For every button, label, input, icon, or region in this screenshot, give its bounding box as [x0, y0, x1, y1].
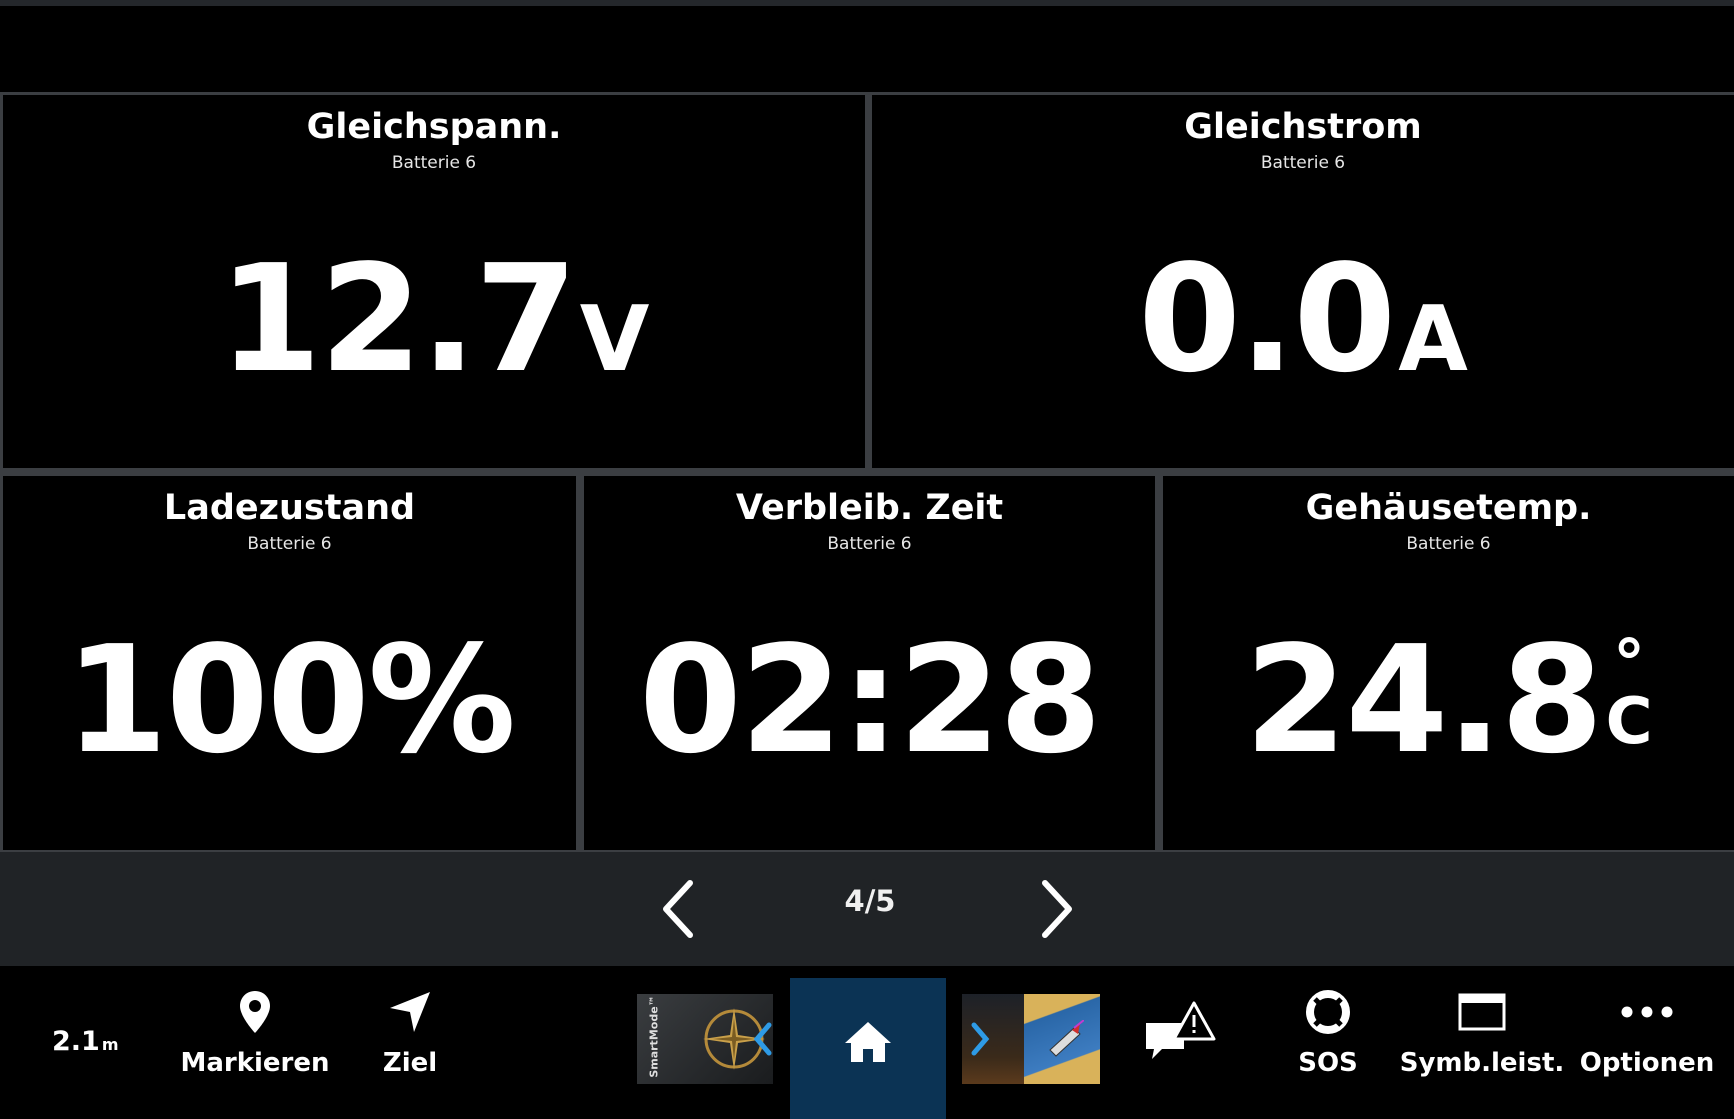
lifebuoy-icon — [1306, 990, 1350, 1034]
tile-case-temperature[interactable]: Gehäusetemp. Batterie 6 24.8 ° C — [1163, 476, 1734, 850]
page-navigator: 4/5 — [0, 852, 1734, 966]
smartmode-app-tile[interactable]: SmartMode™ — [637, 994, 773, 1084]
tile-subtitle: Batterie 6 — [247, 534, 332, 554]
map-pin-icon — [240, 991, 270, 1033]
sidebar-toggle-button[interactable]: Symb.leist. — [1400, 966, 1564, 1119]
mark-label: Markieren — [180, 1048, 330, 1078]
tile-remaining-time[interactable]: Verbleib. Zeit Batterie 6 02:28 — [584, 476, 1155, 850]
options-button[interactable]: Optionen — [1579, 966, 1715, 1119]
tile-title: Verbleib. Zeit — [735, 488, 1004, 528]
tile-dc-current[interactable]: Gleichstrom Batterie 6 0.0A — [872, 95, 1734, 468]
tile-subtitle: Batterie 6 — [391, 153, 477, 173]
tile-value: 02:28 — [638, 614, 1102, 786]
tile-unit: V — [579, 287, 650, 392]
more-dots-icon — [1621, 1006, 1673, 1018]
sidebar-toggle-label: Symb.leist. — [1399, 1048, 1565, 1078]
tile-title: Gehäusetemp. — [1305, 488, 1592, 528]
goto-label: Ziel — [382, 1048, 438, 1078]
navigate-arrow-icon — [390, 992, 430, 1032]
tile-dc-voltage[interactable]: Gleichspann. Batterie 6 12.7V — [3, 95, 865, 468]
tile-value: 0.0 — [1138, 233, 1396, 405]
tile-subtitle: Batterie 6 — [1260, 153, 1346, 173]
depth-value: 2.1 — [52, 1026, 100, 1057]
depth-readout: 2.1 m — [52, 1026, 119, 1057]
next-page-button[interactable] — [1022, 874, 1092, 944]
sidebar-panel-icon — [1458, 993, 1506, 1031]
dashboard-grid: Gleichspann. Batterie 6 12.7V Gleichstro… — [0, 92, 1734, 852]
tile-state-of-charge[interactable]: Ladezustand Batterie 6 100% — [3, 476, 576, 850]
alarm-messages-icon — [1146, 1001, 1216, 1059]
top-status-bar — [0, 0, 1734, 90]
tile-title: Gleichstrom — [1184, 107, 1422, 147]
chevron-left-icon — [663, 880, 693, 938]
tile-value: 12.7 — [218, 233, 578, 405]
tile-unit: ° C — [1606, 632, 1653, 754]
options-label: Optionen — [1579, 1048, 1715, 1078]
chart-app-tile[interactable] — [962, 994, 1100, 1084]
tile-value: 24.8 — [1244, 614, 1603, 786]
page-indicator: 4/5 — [844, 884, 896, 918]
tile-subtitle: Batterie 6 — [827, 534, 912, 554]
tile-title: Gleichspann. — [306, 107, 562, 147]
mark-button[interactable]: Markieren — [180, 966, 330, 1119]
goto-button[interactable]: Ziel — [355, 966, 465, 1119]
home-icon — [845, 1022, 891, 1062]
tile-unit: A — [1398, 287, 1468, 392]
celsius-symbol: C — [1605, 685, 1653, 759]
chevron-right-icon — [1042, 880, 1072, 938]
chevron-right-icon — [971, 1022, 990, 1056]
chevron-left-icon — [753, 1022, 772, 1056]
sos-label: SOS — [1298, 1048, 1358, 1078]
smartmode-label: SmartMode™ — [647, 995, 661, 1078]
tile-title: Ladezustand — [163, 488, 416, 528]
depth-unit: m — [101, 1035, 119, 1054]
prev-page-button[interactable] — [643, 874, 713, 944]
sos-button[interactable]: SOS — [1278, 966, 1378, 1119]
boat-icon — [1049, 1020, 1084, 1057]
tile-value: 100% — [64, 614, 516, 786]
bottom-toolbar: 2.1 m Markieren Ziel SmartMode™ SOS Symb… — [0, 966, 1734, 1119]
home-button[interactable] — [790, 978, 946, 1119]
alarms-button[interactable] — [1130, 966, 1230, 1119]
tile-subtitle: Batterie 6 — [1406, 534, 1491, 554]
